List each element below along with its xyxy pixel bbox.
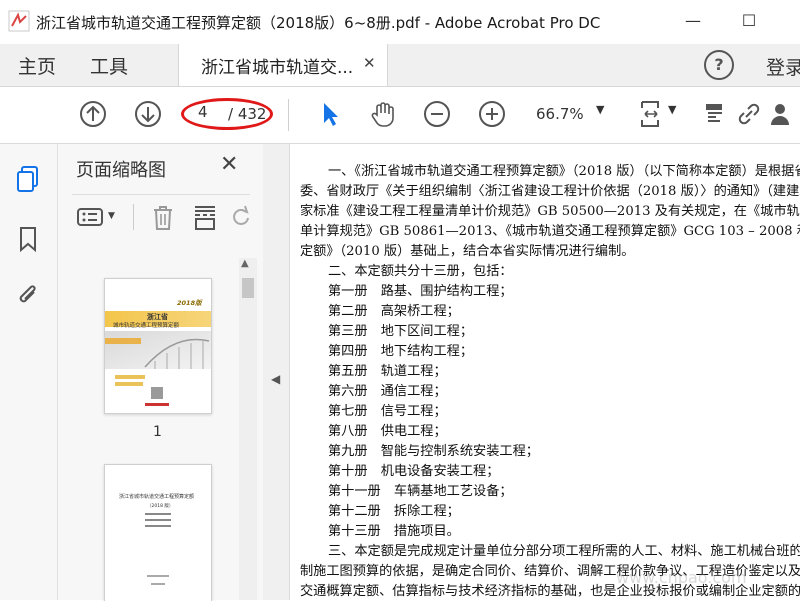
thumbnail-scrollbar[interactable] xyxy=(239,258,257,600)
tab-tools[interactable]: 工具 xyxy=(90,52,128,79)
insert-page-icon[interactable] xyxy=(192,202,218,232)
cover-image xyxy=(105,331,211,369)
cover-line xyxy=(115,382,143,386)
redact-icon[interactable] xyxy=(700,99,730,129)
cover-qr-icon xyxy=(151,387,163,399)
cover-year: 2018版 xyxy=(177,299,202,307)
thumbnails-panel: 页面缩略图 ✕ ▼ ▲ 2018版 浙江省 城市轨道交通工程预算定额 1 浙江省… xyxy=(58,144,264,601)
cover-line xyxy=(115,375,145,379)
doc-line: 第三册 地下区间工程； xyxy=(328,324,474,339)
rotate-icon[interactable] xyxy=(230,202,252,232)
thumb2-line xyxy=(145,513,171,515)
thumb2-title: 浙江省城市轨道交通工程预算定额 xyxy=(119,494,195,500)
toolbar-divider xyxy=(288,99,289,131)
doc-line: 三、本定额是完成规定计量单位分部分项工程所需的人工、材料、施工机械台班的消 xyxy=(328,544,800,559)
tab-document-label: 浙江省城市轨道交... xyxy=(201,58,354,78)
doc-line: 定额》（2010 版）基础上，结合本省实际情况进行编制。 xyxy=(300,244,635,259)
options-menu-icon[interactable] xyxy=(76,202,104,232)
doc-line: 第十三册 措施项目。 xyxy=(328,524,460,539)
doc-line: 第七册 信号工程； xyxy=(328,404,447,419)
doc-line: 二、本定额共分十三册，包括： xyxy=(328,264,513,279)
tab-close-icon[interactable]: ✕ xyxy=(363,54,376,72)
page-thumbnail-2[interactable]: 浙江省城市轨道交通工程预算定额 （2018 版） xyxy=(104,464,212,601)
options-chevron-down-icon[interactable]: ▼ xyxy=(108,211,115,221)
doc-line: 单计算规范》GB 50861—2013、《城市轨道交通工程预算定额》GCG 10… xyxy=(300,224,800,239)
page-thumbnail-1-number: 1 xyxy=(153,424,162,440)
login-button[interactable]: 登录 xyxy=(766,53,800,80)
thumb2-line xyxy=(151,583,165,585)
help-button[interactable]: ? xyxy=(704,50,734,80)
panel-divider xyxy=(72,194,250,195)
bookmarks-icon[interactable] xyxy=(14,224,42,254)
minimize-button[interactable]: — xyxy=(678,8,708,34)
panel-title: 页面缩略图 xyxy=(76,160,166,181)
title-bar: 浙江省城市轨道交通工程预算定额（2018版）6~8册.pdf - Adobe A… xyxy=(0,0,800,44)
select-arrow-icon[interactable] xyxy=(314,99,344,129)
doc-line: 家标准《建设工程工程量清单计价规范》GB 50500—2013 及有关规定，在《… xyxy=(300,204,800,219)
close-icon[interactable]: ✕ xyxy=(220,152,238,177)
scrollbar-thumb[interactable] xyxy=(242,278,254,298)
zoom-level-select[interactable]: 66.7% xyxy=(536,105,584,123)
cover-title-2: 城市轨道交通工程预算定额 xyxy=(113,323,180,329)
app-logo-icon xyxy=(8,10,30,32)
cover-bridge-icon xyxy=(105,338,210,369)
scroll-up-icon[interactable]: ▲ xyxy=(241,258,249,269)
doc-line: 第十一册 车辆基地工艺设备； xyxy=(328,484,513,499)
previous-page-icon[interactable] xyxy=(78,99,108,129)
tab-document[interactable]: 浙江省城市轨道交... ✕ xyxy=(178,44,388,86)
page-fit-icon[interactable] xyxy=(636,99,666,129)
tab-home[interactable]: 主页 xyxy=(18,52,56,79)
tab-bar: 主页 工具 xyxy=(0,44,800,87)
window-title: 浙江省城市轨道交通工程预算定额（2018版）6~8册.pdf - Adobe A… xyxy=(36,14,601,32)
watermark: www.cnpao.com xyxy=(616,568,747,587)
page-thumbnails-icon[interactable] xyxy=(14,164,42,194)
doc-line: 第一册 路基、围护结构工程； xyxy=(328,284,513,299)
doc-line: 第五册 轨道工程； xyxy=(328,364,447,379)
toolbar: 4 / 432 66.7% ▼ ▼ xyxy=(0,87,800,144)
page-thumbnail-1[interactable]: 2018版 浙江省 城市轨道交通工程预算定额 xyxy=(104,278,212,414)
doc-line: 第四册 地下结构工程； xyxy=(328,344,474,359)
doc-line: 第十册 机电设备安装工程； xyxy=(328,464,500,479)
share-user-icon[interactable] xyxy=(768,99,798,129)
hand-tool-icon[interactable] xyxy=(368,99,398,129)
thumb2-line xyxy=(145,525,171,527)
doc-line: 一、《浙江省城市轨道交通工程预算定额》（2018 版）（以下简称本定额）是根据省 xyxy=(328,164,800,179)
navigation-rail xyxy=(0,144,58,600)
delete-icon[interactable] xyxy=(150,202,176,232)
zoom-in-icon[interactable] xyxy=(477,99,507,129)
thumb2-line xyxy=(147,575,169,577)
doc-line: 第九册 智能与控制系统安装工程； xyxy=(328,444,539,459)
highlight-circle xyxy=(181,98,273,130)
doc-line: 第六册 通信工程； xyxy=(328,384,447,399)
cover-publisher xyxy=(145,403,169,406)
doc-line: 第二册 高架桥工程； xyxy=(328,304,460,319)
fit-chevron-down-icon[interactable]: ▼ xyxy=(668,103,676,116)
next-page-icon[interactable] xyxy=(133,99,163,129)
attachments-icon[interactable] xyxy=(14,280,42,310)
thumb2-subtitle: （2018 版） xyxy=(147,504,174,509)
doc-line: 委、省财政厅《关于组织编制〈浙江省建设工程计价依据（2018 版）〉的通知》（建… xyxy=(300,184,800,199)
chevron-down-icon[interactable]: ▼ xyxy=(596,103,604,116)
doc-line: 第十二册 拆除工程； xyxy=(328,504,460,519)
link-icon[interactable] xyxy=(734,99,764,129)
document-view[interactable]: 一、《浙江省城市轨道交通工程预算定额》（2018 版）（以下简称本定额）是根据省… xyxy=(290,144,800,600)
collapse-panel-icon[interactable]: ◀ xyxy=(271,372,280,386)
zoom-out-icon[interactable] xyxy=(422,99,452,129)
maximize-button[interactable]: ☐ xyxy=(734,8,764,34)
doc-line: 第八册 供电工程； xyxy=(328,424,447,439)
panel-tool-divider xyxy=(133,204,134,230)
thumb2-line xyxy=(145,519,171,521)
